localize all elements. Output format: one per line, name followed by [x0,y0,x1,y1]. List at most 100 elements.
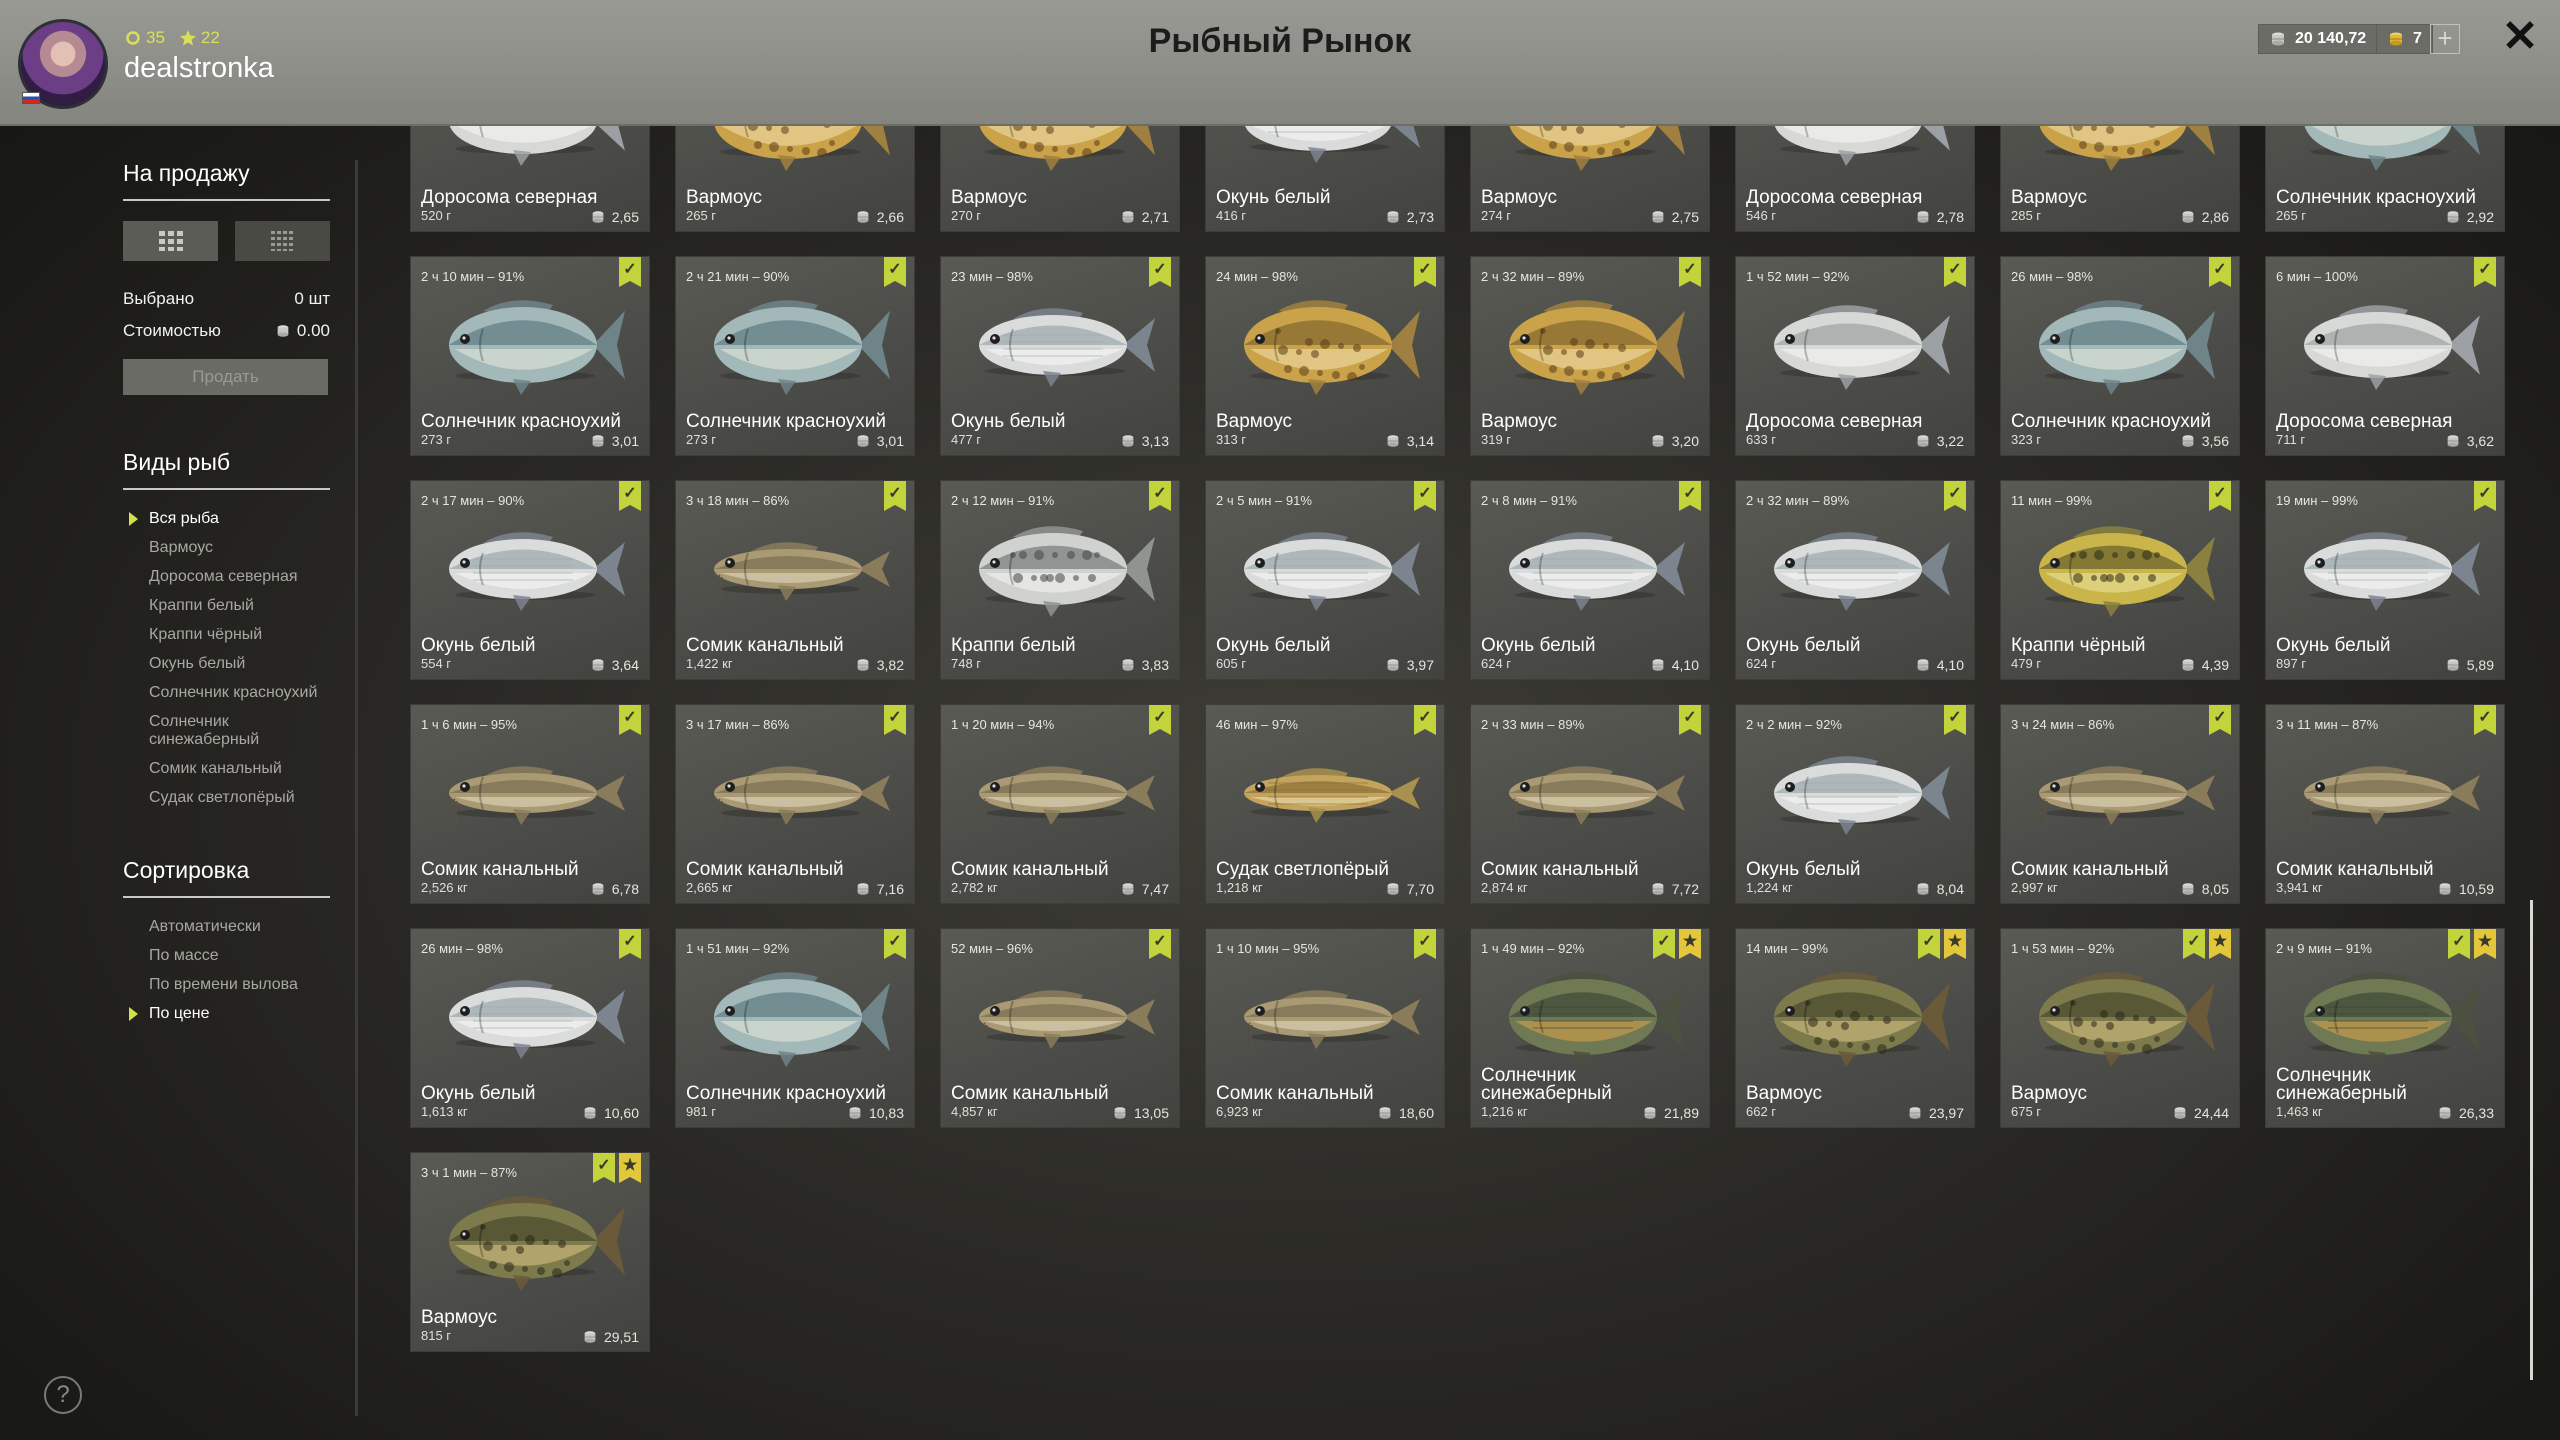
fish-card[interactable]: 2 ч 5 мин – 91% ✓ Окунь белый 605 г 3,97 [1205,480,1445,680]
fish-card[interactable]: 3 ч 24 мин – 86% ✓ Сомик канальный 2,997… [2000,704,2240,904]
fish-type-filter-item[interactable]: Доросома северная [149,568,330,586]
checkmark-icon[interactable]: ✓ [1944,705,1966,735]
checkmark-icon[interactable]: ✓ [619,929,641,959]
fish-card[interactable]: 3 ч 18 мин – 86% ✓ Сомик канальный 1,422… [675,480,915,680]
checkmark-icon[interactable]: ✓ [884,705,906,735]
fish-type-filter-item[interactable]: Вся рыба [129,510,330,528]
checkmark-icon[interactable]: ✓ [1414,929,1436,959]
fish-card[interactable]: Солнечник красноухий 265 г 2,92 [2265,126,2505,232]
fish-card[interactable]: 3 ч 17 мин – 86% ✓ Сомик канальный 2,665… [675,704,915,904]
fish-card[interactable]: 46 мин – 97% ✓ Судак светлопёрый 1,218 к… [1205,704,1445,904]
fish-type-filter-item[interactable]: Вармоус [149,539,330,557]
fish-card[interactable]: 1 ч 20 мин – 94% ✓ Сомик канальный 2,782… [940,704,1180,904]
close-button[interactable]: ✕ [2500,15,2540,59]
fish-price-value: 3,82 [876,657,904,673]
checkmark-icon[interactable]: ✓ [2183,929,2205,959]
fish-type-filter-item[interactable]: Солнечник красноухий [149,684,330,702]
sort-option-item[interactable]: По цене [129,1005,330,1023]
fish-card[interactable]: 1 ч 10 мин – 95% ✓ Сомик канальный 6,923… [1205,928,1445,1128]
checkmark-icon[interactable]: ✓ [1414,257,1436,287]
fish-type-filter-item[interactable]: Краппи чёрный [149,626,330,644]
sort-option-item[interactable]: Автоматически [149,918,330,936]
checkmark-icon[interactable]: ✓ [1653,929,1675,959]
fish-card[interactable]: 52 мин – 96% ✓ Сомик канальный 4,857 кг … [940,928,1180,1128]
checkmark-icon[interactable]: ✓ [2448,929,2470,959]
fish-type-filter-item[interactable]: Судак светлопёрый [149,789,330,807]
checkmark-icon[interactable]: ✓ [1414,705,1436,735]
fish-type-filter-item[interactable]: Краппи белый [149,597,330,615]
checkmark-icon[interactable]: ✓ [1414,481,1436,511]
fish-card[interactable]: 3 ч 11 мин – 87% ✓ Сомик канальный 3,941… [2265,704,2505,904]
checkmark-icon[interactable]: ✓ [2209,705,2231,735]
fish-card[interactable]: 2 ч 10 мин – 91% ✓ Солнечник красноухий … [410,256,650,456]
fish-card[interactable]: 1 ч 51 мин – 92% ✓ Солнечник красноухий … [675,928,915,1128]
checkmark-icon[interactable]: ✓ [1944,481,1966,511]
fish-card[interactable]: 2 ч 8 мин – 91% ✓ Окунь белый 624 г 4,10 [1470,480,1710,680]
fish-card[interactable]: 11 мин – 99% ✓ Краппи чёрный 479 г 4,39 [2000,480,2240,680]
fish-card[interactable]: 14 мин – 99% ✓ ★ Вармоус 662 г 23,97 [1735,928,1975,1128]
fish-card[interactable]: 1 ч 53 мин – 92% ✓ ★ Вармоус 675 г 24,44 [2000,928,2240,1128]
fish-card[interactable]: 3 ч 1 мин – 87% ✓ ★ Вармоус 815 г 29,51 [410,1152,650,1352]
checkmark-icon[interactable]: ✓ [884,929,906,959]
fish-card[interactable]: 24 мин – 98% ✓ Вармоус 313 г 3,14 [1205,256,1445,456]
fish-type-filter-item[interactable]: Сомик канальный [149,760,330,778]
fish-card[interactable]: 2 ч 17 мин – 90% ✓ Окунь белый 554 г 3,6… [410,480,650,680]
checkmark-icon[interactable]: ✓ [1679,257,1701,287]
checkmark-icon[interactable]: ✓ [1679,481,1701,511]
small-grid-view-button[interactable] [235,221,330,261]
checkmark-icon[interactable]: ✓ [884,257,906,287]
fish-name: Сомик канальный [686,859,844,880]
fish-card[interactable]: 23 мин – 98% ✓ Окунь белый 477 г 3,13 [940,256,1180,456]
fish-card[interactable]: 1 ч 49 мин – 92% ✓ ★ Солнечник синежаберн… [1470,928,1710,1128]
checkmark-icon[interactable]: ✓ [619,257,641,287]
fish-card[interactable]: Доросома северная 520 г 2,65 [410,126,650,232]
checkmark-icon[interactable]: ✓ [2474,257,2496,287]
sell-button[interactable]: Продать [123,359,328,395]
fish-card[interactable]: Вармоус 274 г 2,75 [1470,126,1710,232]
checkmark-icon[interactable]: ✓ [1918,929,1940,959]
checkmark-icon[interactable]: ✓ [619,481,641,511]
checkmark-icon[interactable]: ✓ [2474,481,2496,511]
fish-type-filter-item[interactable]: Окунь белый [149,655,330,673]
fish-card[interactable]: Вармоус 285 г 2,86 [2000,126,2240,232]
fish-card[interactable]: 2 ч 21 мин – 90% ✓ Солнечник красноухий … [675,256,915,456]
sort-option-item[interactable]: По массе [149,947,330,965]
checkmark-icon[interactable]: ✓ [1149,705,1171,735]
checkmark-icon[interactable]: ✓ [1679,705,1701,735]
checkmark-icon[interactable]: ✓ [1149,481,1171,511]
scrollbar[interactable] [2530,900,2533,1380]
fish-card[interactable]: Вармоус 270 г 2,71 [940,126,1180,232]
fish-card[interactable]: 1 ч 52 мин – 92% ✓ Доросома северная 633… [1735,256,1975,456]
fish-card[interactable]: 2 ч 2 мин – 92% ✓ Окунь белый 1,224 кг 8… [1735,704,1975,904]
add-currency-button[interactable]: + [2430,24,2460,54]
checkmark-icon[interactable]: ✓ [1149,929,1171,959]
checkmark-icon[interactable]: ✓ [2209,257,2231,287]
fish-card[interactable]: Вармоус 265 г 2,66 [675,126,915,232]
fish-card[interactable]: 1 ч 6 мин – 95% ✓ Сомик канальный 2,526 … [410,704,650,904]
checkmark-icon[interactable]: ✓ [1149,257,1171,287]
fish-card[interactable]: 2 ч 12 мин – 91% ✓ Краппи белый 748 г 3,… [940,480,1180,680]
card-badges: ✓ [2474,705,2496,735]
checkmark-icon[interactable]: ✓ [2209,481,2231,511]
checkmark-icon[interactable]: ✓ [1944,257,1966,287]
large-grid-view-button[interactable] [123,221,218,261]
silver-coins-icon [1652,659,1664,671]
fish-illustration [1493,293,1689,397]
checkmark-icon[interactable]: ✓ [619,705,641,735]
fish-type-filter-item[interactable]: Солнечник синежаберный [149,713,330,749]
fish-card[interactable]: 2 ч 32 мин – 89% ✓ Окунь белый 624 г 4,1… [1735,480,1975,680]
checkmark-icon[interactable]: ✓ [593,1153,615,1183]
fish-card[interactable]: 26 мин – 98% ✓ Окунь белый 1,613 кг 10,6… [410,928,650,1128]
fish-card[interactable]: 2 ч 32 мин – 89% ✓ Вармоус 319 г 3,20 [1470,256,1710,456]
checkmark-icon[interactable]: ✓ [884,481,906,511]
fish-card[interactable]: Доросома северная 546 г 2,78 [1735,126,1975,232]
fish-card[interactable]: 26 мин – 98% ✓ Солнечник красноухий 323 … [2000,256,2240,456]
sort-option-item[interactable]: По времени вылова [149,976,330,994]
fish-card[interactable]: Окунь белый 416 г 2,73 [1205,126,1445,232]
fish-card[interactable]: 2 ч 9 мин – 91% ✓ ★ Солнечник синежаберны… [2265,928,2505,1128]
fish-card[interactable]: 19 мин – 99% ✓ Окунь белый 897 г 5,89 [2265,480,2505,680]
checkmark-icon[interactable]: ✓ [2474,705,2496,735]
fish-card[interactable]: 2 ч 33 мин – 89% ✓ Сомик канальный 2,874… [1470,704,1710,904]
fish-card[interactable]: 6 мин – 100% ✓ Доросома северная 711 г 3… [2265,256,2505,456]
help-icon[interactable]: ? [44,1376,82,1414]
